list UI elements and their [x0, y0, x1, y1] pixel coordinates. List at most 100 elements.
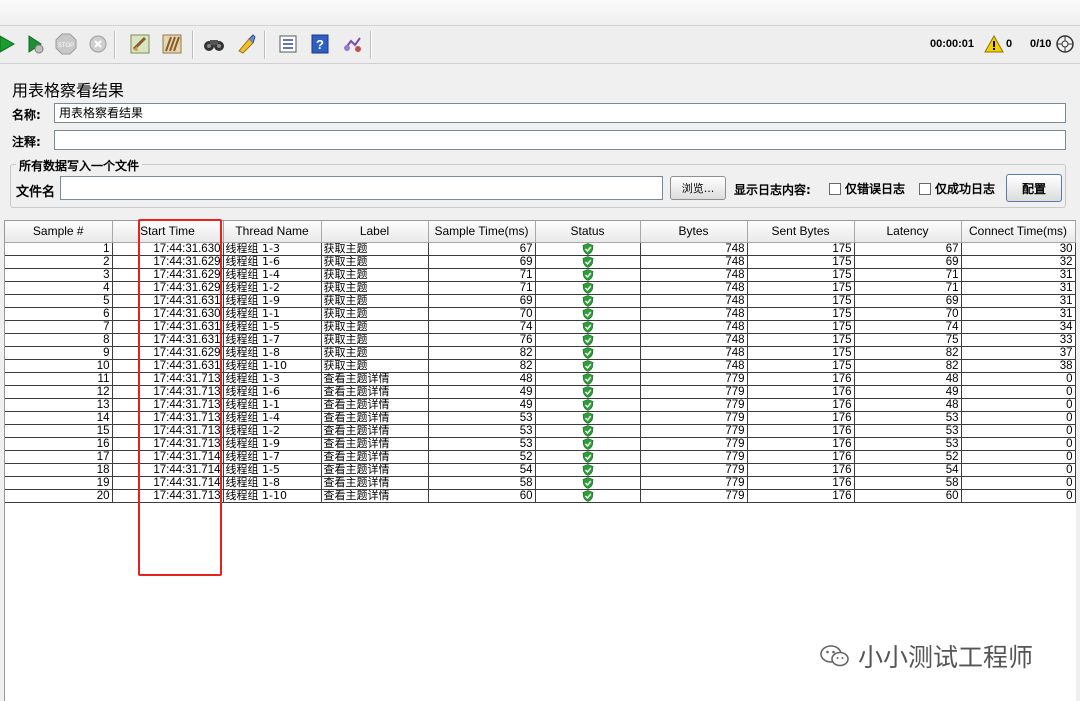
sample-number-cell: 7	[5, 320, 113, 334]
column-header[interactable]: Bytes	[640, 221, 748, 243]
table-header-row: Sample # Start Time Thread Name Label Sample…	[5, 221, 1076, 243]
table-row[interactable]: 6 17:44:31.630 线程组 1-1 获取主题 70 748 175 70 31	[5, 307, 1076, 321]
column-header[interactable]: Label	[321, 221, 429, 243]
sample-number-cell: 4	[5, 281, 113, 295]
function-helper-icon[interactable]	[276, 32, 300, 56]
table-row[interactable]: 15 17:44:31.713 线程组 1-2 查看主题详情 53 779 176 53 0	[5, 424, 1076, 438]
thread-name-cell: 线程组 1-5	[223, 320, 322, 334]
table-row[interactable]: 20 17:44:31.713 线程组 1-10 查看主题详情 60 779 176 60 0	[5, 489, 1076, 503]
help-icon[interactable]: ?	[308, 32, 332, 56]
configure-button[interactable]: 配置	[1006, 174, 1062, 202]
connect-time-cell: 31	[961, 307, 1076, 321]
bytes-cell: 779	[640, 398, 748, 412]
start-icon[interactable]	[0, 32, 18, 56]
table-row[interactable]: 9 17:44:31.629 线程组 1-8 获取主题 82 748 175 82 37	[5, 346, 1076, 360]
sample-number-cell: 16	[5, 437, 113, 451]
clear-icon[interactable]	[128, 32, 152, 56]
status-cell	[535, 320, 641, 334]
shutdown-icon[interactable]	[86, 32, 110, 56]
table-row[interactable]: 11 17:44:31.713 线程组 1-3 查看主题详情 48 779 176 48 0	[5, 372, 1076, 386]
clear-all-icon[interactable]	[160, 32, 184, 56]
table-row[interactable]: 5 17:44:31.631 线程组 1-9 获取主题 69 748 175 69 31	[5, 294, 1076, 308]
connect-time-cell: 31	[961, 294, 1076, 308]
remote-icon[interactable]	[340, 32, 364, 56]
sent-bytes-cell: 175	[747, 320, 855, 334]
column-header[interactable]: Sample #	[5, 221, 113, 243]
comment-field[interactable]	[54, 130, 1066, 150]
thread-name-cell: 线程组 1-3	[223, 241, 322, 256]
table-row[interactable]: 3 17:44:31.629 线程组 1-4 获取主题 71 748 175 71 31	[5, 268, 1076, 282]
bytes-cell: 779	[640, 450, 748, 464]
column-header[interactable]: Thread Name	[223, 221, 322, 243]
table-row[interactable]: 7 17:44:31.631 线程组 1-5 获取主题 74 748 175 74 34	[5, 320, 1076, 334]
filename-field[interactable]	[60, 176, 663, 200]
sample-label-cell: 获取主题	[321, 333, 429, 347]
start-time-cell: 17:44:31.713	[112, 372, 224, 386]
sample-time-cell: 69	[428, 294, 536, 308]
success-only-checkbox[interactable]: 仅成功日志	[919, 180, 995, 197]
latency-cell: 58	[854, 476, 962, 490]
table-row[interactable]: 8 17:44:31.631 线程组 1-7 获取主题 76 748 175 75 33	[5, 333, 1076, 347]
table-row[interactable]: 16 17:44:31.713 线程组 1-9 查看主题详情 53 779 176 53 0	[5, 437, 1076, 451]
toolbar-separator	[264, 31, 266, 59]
reset-search-icon[interactable]	[234, 32, 258, 56]
sample-time-cell: 71	[428, 268, 536, 282]
status-cell	[535, 281, 641, 295]
latency-cell: 54	[854, 463, 962, 477]
success-shield-icon	[582, 359, 593, 371]
errors-only-checkbox[interactable]: 仅错误日志	[829, 180, 905, 197]
sent-bytes-cell: 176	[747, 489, 855, 503]
table-row[interactable]: 2 17:44:31.629 线程组 1-6 获取主题 69 748 175 69 32	[5, 255, 1076, 269]
name-field[interactable]: 用表格察看结果	[54, 103, 1066, 123]
column-header[interactable]: Sample Time(ms)	[428, 221, 536, 243]
table-row[interactable]: 17 17:44:31.714 线程组 1-7 查看主题详情 52 779 176 52 0	[5, 450, 1076, 464]
sample-number-cell: 18	[5, 463, 113, 477]
table-row[interactable]: 10 17:44:31.631 线程组 1-10 获取主题 82 748 175 82 38	[5, 359, 1076, 373]
column-header[interactable]: Connect Time(ms)	[961, 221, 1076, 243]
table-row[interactable]: 14 17:44:31.713 线程组 1-4 查看主题详情 53 779 176 53 0	[5, 411, 1076, 425]
column-header[interactable]: Start Time	[112, 221, 224, 243]
connect-time-cell: 31	[961, 281, 1076, 295]
stop-icon[interactable]: STOP	[54, 32, 78, 56]
latency-cell: 60	[854, 489, 962, 503]
success-shield-icon	[582, 243, 593, 254]
success-only-box[interactable]	[919, 182, 931, 195]
errors-only-box[interactable]	[829, 182, 841, 195]
thread-name-cell: 线程组 1-10	[223, 489, 322, 503]
table-row[interactable]: 1 17:44:31.630 线程组 1-3 获取主题 67 748 175 67 30	[5, 241, 1076, 256]
sample-number-cell: 6	[5, 307, 113, 321]
column-header[interactable]: Latency	[854, 221, 962, 243]
table-row[interactable]: 19 17:44:31.714 线程组 1-8 查看主题详情 58 779 176 58 0	[5, 476, 1076, 490]
latency-cell: 49	[854, 385, 962, 399]
sent-bytes-cell: 176	[747, 476, 855, 490]
latency-cell: 69	[854, 294, 962, 308]
toolbar-separator	[114, 31, 116, 59]
bytes-cell: 779	[640, 437, 748, 451]
table-row[interactable]: 13 17:44:31.713 线程组 1-1 查看主题详情 49 779 176 48 0	[5, 398, 1076, 412]
success-shield-icon	[582, 333, 593, 345]
status-cell	[535, 385, 641, 399]
status-cell	[535, 241, 641, 256]
latency-cell: 82	[854, 359, 962, 373]
browse-button[interactable]: 浏览...	[670, 176, 726, 200]
success-shield-icon	[582, 476, 593, 488]
column-header[interactable]: Sent Bytes	[747, 221, 855, 243]
file-write-group-title: 所有数据写入一个文件	[16, 157, 143, 174]
bytes-cell: 748	[640, 346, 748, 360]
latency-cell: 48	[854, 398, 962, 412]
bytes-cell: 748	[640, 268, 748, 282]
active-threads: 0/10	[1030, 38, 1052, 50]
table-row[interactable]: 18 17:44:31.714 线程组 1-5 查看主题详情 54 779 176 54 0	[5, 463, 1076, 477]
warning-icon[interactable]	[984, 35, 1004, 53]
table-row[interactable]: 4 17:44:31.629 线程组 1-2 获取主题 71 748 175 71 31	[5, 281, 1076, 295]
connect-time-cell: 31	[961, 268, 1076, 282]
sample-label-cell: 查看主题详情	[321, 450, 429, 464]
status-cell	[535, 489, 641, 503]
start-no-pause-icon[interactable]	[22, 32, 46, 56]
table-row[interactable]: 12 17:44:31.713 线程组 1-6 查看主题详情 49 779 176 49 0	[5, 385, 1076, 399]
thread-name-cell: 线程组 1-7	[223, 450, 322, 464]
status-cell	[535, 333, 641, 347]
column-header[interactable]: Status	[535, 221, 641, 243]
sample-time-cell: 58	[428, 476, 536, 490]
search-icon[interactable]	[202, 32, 226, 56]
